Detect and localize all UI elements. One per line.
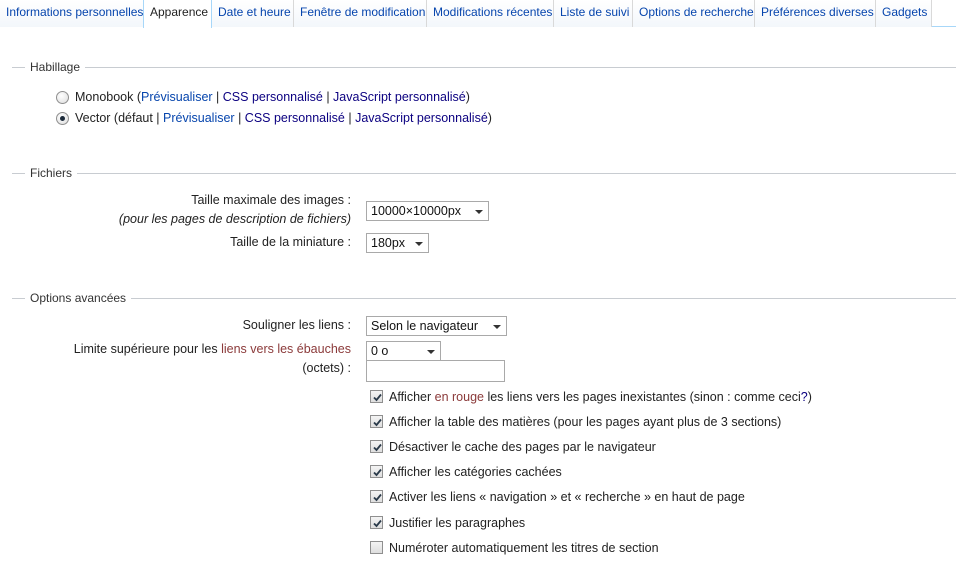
stub-threshold-label-prefix: Limite supérieure pour les xyxy=(73,342,222,356)
underline-links-label: Souligner les liens : xyxy=(242,318,351,332)
redlinks-checkbox[interactable] xyxy=(370,390,383,403)
options-avancees-divider xyxy=(12,298,956,299)
thumbnail-size-value: 180px xyxy=(371,236,406,250)
tab-liste-de-suivi[interactable]: Liste de suivi xyxy=(554,0,633,27)
max-image-size-label: Taille maximale des images : xyxy=(191,193,351,207)
chevron-down-icon xyxy=(493,325,501,329)
skin-monobook-radio[interactable] xyxy=(56,91,69,104)
tab-apparence[interactable]: Apparence xyxy=(143,0,212,28)
habillage-divider xyxy=(12,67,956,68)
tab-modifications-recentes[interactable]: Modifications récentes xyxy=(427,0,554,27)
checkmark-icon xyxy=(373,519,382,528)
underline-links-select[interactable]: Selon le navigateur xyxy=(366,316,507,336)
thumbnail-size-select[interactable]: 180px xyxy=(366,233,429,253)
text: les liens vers les pages inexistantes (s… xyxy=(483,390,801,404)
text: Afficher xyxy=(389,390,435,404)
stub-threshold-input[interactable] xyxy=(366,360,505,382)
checkmark-icon xyxy=(373,468,382,477)
skin-vector-css-link[interactable]: CSS personnalisé xyxy=(245,111,345,125)
separator: | xyxy=(212,90,223,104)
skin-monobook-preview-link[interactable]: Prévisualiser xyxy=(141,90,213,104)
checkmark-icon xyxy=(373,393,382,402)
skin-monobook-row: Monobook (Prévisualiser | CSS personnali… xyxy=(75,90,470,104)
numberheadings-checkbox[interactable] xyxy=(370,541,383,554)
options-avancees-legend: Options avancées xyxy=(25,291,132,305)
skin-monobook-label: Monobook ( xyxy=(75,90,142,104)
max-image-size-select[interactable]: 10000×10000px xyxy=(366,201,489,221)
habillage-legend: Habillage xyxy=(25,60,86,74)
justify-label: Justifier les paragraphes xyxy=(389,516,526,530)
numberheadings-label: Numéroter automatiquement les titres de … xyxy=(389,541,659,555)
fichiers-divider xyxy=(12,173,956,174)
checkmark-icon xyxy=(373,493,382,502)
separator: | xyxy=(322,90,334,104)
skin-monobook-css-link[interactable]: CSS personnalisé xyxy=(223,90,323,104)
tab-gadgets[interactable]: Gadgets xyxy=(876,0,932,27)
toc-checkbox[interactable] xyxy=(370,415,383,428)
tab-informations-personnelles[interactable]: Informations personnelles xyxy=(0,0,144,27)
max-image-size-sublabel: (pour les pages de description de fichie… xyxy=(118,212,351,226)
thumbnail-size-label: Taille de la miniature : xyxy=(230,235,351,249)
skin-vector-radio[interactable] xyxy=(56,112,69,125)
preferences-tabs: Informations personnelles Apparence Date… xyxy=(0,0,956,28)
jump-links-checkbox[interactable] xyxy=(370,490,383,503)
separator: | xyxy=(234,111,245,125)
chevron-down-icon xyxy=(427,350,435,354)
stub-threshold-select[interactable]: 0 o xyxy=(366,341,441,361)
stub-threshold-units: (octets) : xyxy=(302,361,351,375)
text: ) xyxy=(807,390,812,404)
toc-label: Afficher la table des matières (pour les… xyxy=(389,415,782,429)
jump-links-label: Activer les liens « navigation » et « re… xyxy=(389,490,745,504)
tab-preferences-diverses[interactable]: Préférences diverses xyxy=(755,0,876,27)
justify-checkbox[interactable] xyxy=(370,516,383,529)
skin-vector-row: Vector (défaut | Prévisualiser | CSS per… xyxy=(75,111,492,125)
skin-vector-label: Vector (défaut | xyxy=(75,111,164,125)
chevron-down-icon xyxy=(475,210,483,214)
stub-threshold-value: 0 o xyxy=(371,344,389,358)
stub-threshold-label: Limite supérieure pour les liens vers le… xyxy=(74,342,351,356)
redlinks-label: Afficher en rouge les liens vers les pag… xyxy=(389,390,812,404)
checkmark-icon xyxy=(373,443,382,452)
tab-fenetre-de-modification[interactable]: Fenêtre de modification xyxy=(294,0,427,27)
skin-monobook-js-link[interactable]: JavaScript personnalisé xyxy=(333,90,466,104)
disable-cache-label: Désactiver le cache des pages par le nav… xyxy=(389,440,656,454)
underline-links-value: Selon le navigateur xyxy=(371,319,479,333)
closing-paren: ) xyxy=(465,90,470,104)
max-image-size-value: 10000×10000px xyxy=(371,204,462,218)
separator: | xyxy=(344,111,356,125)
hidden-categories-checkbox[interactable] xyxy=(370,465,383,478)
disable-cache-checkbox[interactable] xyxy=(370,440,383,453)
skin-vector-js-link[interactable]: JavaScript personnalisé xyxy=(355,111,488,125)
stub-links-link[interactable]: liens vers les ébauches xyxy=(221,342,351,356)
tab-options-de-recherche[interactable]: Options de recherche xyxy=(633,0,755,27)
red-link-sample[interactable]: en rouge xyxy=(435,390,484,404)
chevron-down-icon xyxy=(415,242,423,246)
closing-paren: ) xyxy=(487,111,492,125)
hidden-categories-label: Afficher les catégories cachées xyxy=(389,465,562,479)
tab-date-et-heure[interactable]: Date et heure xyxy=(212,0,294,27)
fichiers-legend: Fichiers xyxy=(25,166,78,180)
blue-link-sample[interactable]: ? xyxy=(801,390,808,404)
skin-vector-preview-link[interactable]: Prévisualiser xyxy=(163,111,235,125)
checkmark-icon xyxy=(373,418,382,427)
